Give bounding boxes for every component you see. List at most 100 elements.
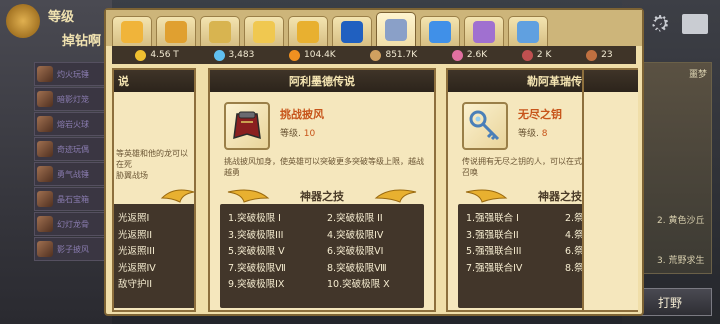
resource-value: 104.4K	[304, 50, 336, 60]
item-icon	[37, 116, 53, 132]
orange-coin-icon	[289, 49, 301, 61]
friends-icon	[517, 20, 539, 43]
star-icon	[253, 20, 275, 43]
side-list-label: 暗影灯笼	[57, 94, 89, 104]
side-list-label: 影子披风	[57, 244, 89, 254]
artifact-card-partial-right[interactable]	[582, 68, 638, 312]
resource-item: 2 K	[521, 49, 551, 61]
resource-item: 23	[586, 49, 613, 61]
item-level: 等级. 10	[280, 126, 315, 139]
side-list-item[interactable]: 幻灯龙骨	[34, 212, 108, 236]
side-list-item[interactable]: 暗影灯笼	[34, 87, 108, 111]
skill-item: 7.突破极限Ⅶ	[228, 262, 286, 274]
cape-icon[interactable]	[224, 102, 270, 150]
resource-item: 104.4K	[289, 49, 336, 61]
side-list-item[interactable]: 晶石宝箱	[34, 187, 108, 211]
skill-item: 1.强强联合 I	[466, 213, 519, 224]
key-icon[interactable]	[462, 102, 508, 150]
artifact-panels: 说 等英雄和他的龙可以在死 胁翼战场 光返照I 光返照II 光返照III 光返照…	[112, 68, 638, 312]
card-desc: 等英雄和他的龙可以在死 胁翼战场	[116, 149, 188, 180]
skill-item: 光返照III	[118, 246, 155, 258]
item-icon	[37, 141, 53, 157]
level-value: 10	[303, 129, 316, 139]
side-list-item[interactable]: 勇气战锤	[34, 162, 108, 186]
item-icon	[37, 66, 53, 82]
item-icon	[37, 166, 53, 182]
drop-label: 掉钻啊	[62, 34, 102, 49]
skill-item: 3.强强联合II	[466, 229, 519, 241]
skill-item: 2.突破极限 II	[327, 213, 383, 224]
side-list-item[interactable]: 奇迹玩偶	[34, 137, 108, 161]
skill-list: 1.突破极限 I 2.突破极限 II 3.突破极限III 4.突破极限IV 5.突破极限…	[220, 204, 424, 308]
skill-title: 神器之技	[300, 190, 344, 203]
item-icon	[37, 91, 53, 107]
resource-item: 4.56 T	[135, 49, 179, 61]
item-icon	[37, 241, 53, 257]
hero-icon	[121, 20, 143, 43]
resource-bar: 4.56 T 3,483 104.4K 851.7K 2.6K 2 K 23	[112, 46, 636, 64]
orb-icon	[341, 20, 363, 43]
bread-icon	[586, 49, 598, 61]
left-hud: 等级 掉钻啊 灼火玩锤 暗影灯笼 熔岩火球 奇迹玩偶 勇气战锤 晶石宝箱 幻灯龙骨 影子披风	[0, 0, 112, 324]
stage-item[interactable]: 2. 黄色沙丘	[657, 213, 704, 226]
item-desc: 挑战披风加身，使英雄可以突破更多突破等级上限，越战越勇	[224, 157, 424, 177]
side-list-item[interactable]: 灼火玩锤	[34, 62, 108, 86]
battle-button-label: 打野	[657, 295, 682, 310]
artifact-modal: ✕ 4.56 T 3,483 104.4K 851.7K 2.6K 2 K 23 说 等英雄…	[104, 8, 668, 316]
artifact-icon	[385, 18, 407, 41]
skill-item: 敌守护II	[118, 279, 153, 291]
resource-value: 3,483	[228, 50, 255, 60]
skill-item: 5.突破极限 V	[228, 246, 285, 258]
tab-bar	[106, 10, 642, 46]
level-label: 等级.	[518, 129, 539, 139]
artifact-card-partial-left[interactable]: 说 等英雄和他的龙可以在死 胁翼战场 光返照I 光返照II 光返照III 光返照…	[112, 68, 196, 312]
side-list-label: 奇迹玩偶	[57, 144, 89, 154]
skill-item: 光返照I	[118, 213, 150, 224]
card-title-partial	[584, 70, 638, 92]
resource-item: 3,483	[213, 49, 255, 61]
gem-icon	[429, 20, 451, 43]
tab-gem[interactable]	[420, 16, 460, 46]
tab-crown[interactable]	[156, 16, 196, 46]
skill-item: 4.突破极限IV	[327, 229, 384, 241]
stage-item[interactable]: 3. 荒野求生	[657, 253, 704, 266]
sword-icon	[521, 49, 533, 61]
close-icon[interactable]: ✕	[644, 14, 670, 40]
item-name: 挑战披风	[280, 108, 324, 121]
tab-hero[interactable]	[112, 16, 152, 46]
skill-item: 8.突破极限Ⅷ	[327, 262, 387, 274]
side-list-label: 勇气战锤	[57, 169, 89, 179]
resource-value: 851.7K	[385, 50, 418, 60]
diamond-icon	[213, 49, 225, 61]
shop-icon	[209, 20, 231, 43]
tab-trophy[interactable]	[288, 16, 328, 46]
skill-item: 5.强强联合III	[466, 246, 522, 258]
skill-item: 6.突破极限VI	[327, 246, 384, 258]
side-list-item[interactable]: 影子披风	[34, 237, 108, 261]
tab-artifact[interactable]	[376, 12, 416, 46]
item-level: 等级. 8	[518, 126, 547, 139]
item-icon	[37, 191, 53, 207]
resource-value: 4.56 T	[150, 50, 179, 60]
skill-item: 3.突破极限III	[228, 229, 284, 241]
side-list-label: 熔岩火球	[57, 119, 89, 129]
trophy-icon	[297, 20, 319, 43]
side-list-label: 晶石宝箱	[57, 194, 89, 204]
card-title: 阿利墨德传说	[210, 70, 434, 92]
resource-value: 23	[601, 50, 613, 60]
player-avatar[interactable]	[6, 4, 40, 38]
skill-item: 1.突破极限 I	[228, 213, 281, 224]
tab-shirt[interactable]	[464, 16, 504, 46]
item-icon	[37, 216, 53, 232]
tab-friends[interactable]	[508, 16, 548, 46]
artifact-card-cape[interactable]: 阿利墨德传说 挑战披风 等级. 10 挑战披风加身，使英雄可以突破更多突破等级上…	[208, 68, 436, 312]
mail-icon[interactable]	[682, 14, 708, 34]
item-name: 无尽之钥	[518, 108, 562, 121]
tab-shop[interactable]	[200, 16, 240, 46]
tab-star[interactable]	[244, 16, 284, 46]
tab-orb[interactable]	[332, 16, 372, 46]
stage-difficulty: 噩梦	[688, 70, 707, 80]
side-list-item[interactable]: 熔岩火球	[34, 112, 108, 136]
pink-gem-icon	[451, 49, 463, 61]
level-label: 等级.	[280, 129, 301, 139]
